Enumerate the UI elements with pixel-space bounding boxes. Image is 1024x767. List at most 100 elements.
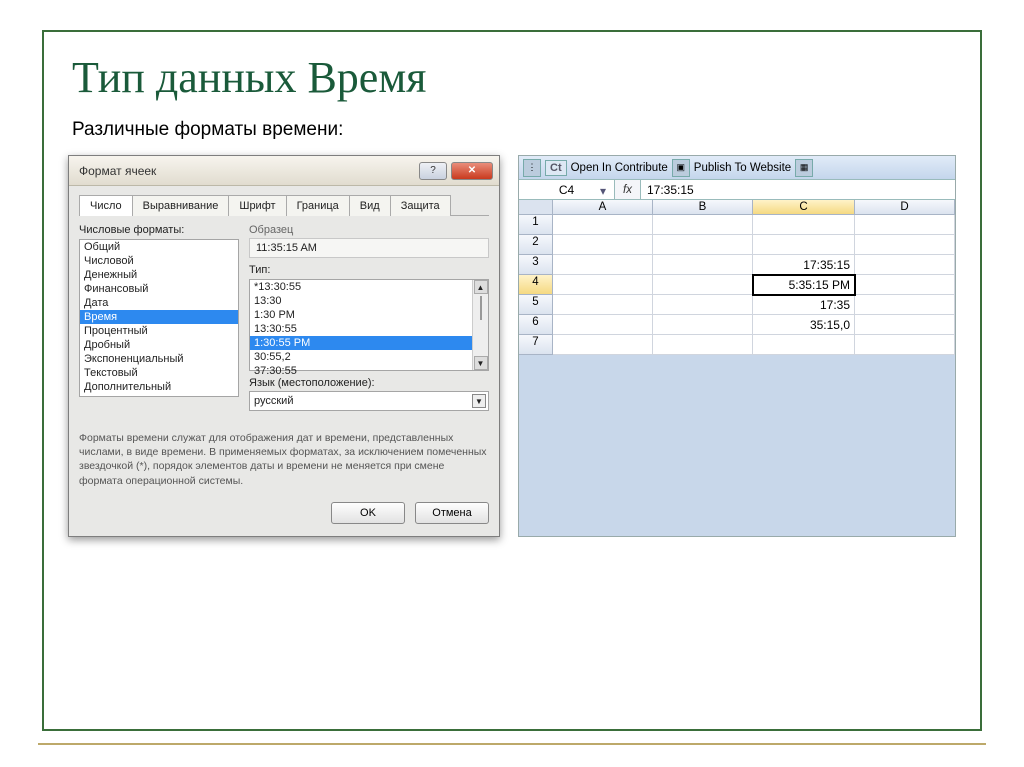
list-item[interactable]: (все форматы) [80,394,238,397]
sheet-toolbar: ⋮ Ct Open In Contribute ▣ Publish To Web… [519,156,955,180]
scroll-up-icon[interactable]: ▲ [474,280,488,294]
type-item[interactable]: 13:30:55 [250,322,472,336]
ct-badge: Ct [545,160,567,176]
cell[interactable] [855,295,955,315]
dropdown-icon[interactable]: ▼ [472,394,486,408]
cell[interactable] [653,295,753,315]
lang-value: русский [254,395,293,407]
slide-subtitle: Различные форматы времени: [44,109,980,149]
cell[interactable] [653,235,753,255]
cell[interactable] [855,315,955,335]
namebox-dropdown-icon[interactable]: ▾ [600,184,612,196]
open-contribute-button[interactable]: Open In Contribute [571,162,668,174]
row-header[interactable]: 2 [519,235,553,255]
row-header[interactable]: 1 [519,215,553,235]
cell[interactable] [855,255,955,275]
scroll-thumb[interactable] [480,296,482,320]
close-button[interactable]: ✕ [451,162,493,180]
cell[interactable] [753,335,855,355]
type-listbox[interactable]: *13:30:55 13:30 1:30 PM 13:30:55 1:30:55… [249,279,489,371]
list-item[interactable]: Денежный [80,268,238,282]
cell[interactable] [553,335,653,355]
col-header[interactable]: D [855,200,955,215]
col-header[interactable]: A [553,200,653,215]
list-item[interactable]: Финансовый [80,282,238,296]
list-item[interactable]: Числовой [80,254,238,268]
cell[interactable] [855,235,955,255]
tab-protection[interactable]: Защита [390,195,451,216]
publish-website-button[interactable]: Publish To Website [694,162,791,174]
sample-label: Образец [249,224,489,236]
cell[interactable] [753,215,855,235]
toolbar-grip-icon: ⋮ [523,159,541,177]
dialog-tabs: Число Выравнивание Шрифт Граница Вид Защ… [79,194,489,216]
type-item[interactable]: *13:30:55 [250,280,472,294]
publish-icon[interactable]: ▣ [672,159,690,177]
type-item[interactable]: 37:30:55 [250,364,472,378]
cell[interactable] [653,335,753,355]
cell[interactable] [553,215,653,235]
footer-rule [38,743,986,745]
slide-title: Тип данных Время [44,32,980,109]
dialog-titlebar[interactable]: Формат ячеек ? ✕ [69,156,499,186]
type-scrollbar[interactable]: ▲ ▼ [472,280,488,370]
row-header[interactable]: 3 [519,255,553,275]
list-item[interactable]: Дробный [80,338,238,352]
cell[interactable] [855,215,955,235]
cell-C6[interactable]: 35:15,0 [753,315,855,335]
cell-C4-selected[interactable]: 5:35:15 PM [753,275,855,295]
list-item[interactable]: Текстовый [80,366,238,380]
tab-fill[interactable]: Вид [349,195,391,216]
cell[interactable] [553,295,653,315]
formats-listbox[interactable]: Общий Числовой Денежный Финансовый Дата … [79,239,239,397]
formula-value[interactable]: 17:35:15 [641,180,955,199]
tab-border[interactable]: Граница [286,195,350,216]
cell[interactable] [753,235,855,255]
list-item-selected[interactable]: Время [80,310,238,324]
row-header[interactable]: 7 [519,335,553,355]
col-header-selected[interactable]: C [753,200,855,215]
ok-button[interactable]: OK [331,502,405,524]
tab-number[interactable]: Число [79,195,133,216]
select-all-corner[interactable] [519,200,553,215]
cell[interactable] [855,275,955,295]
cell[interactable] [653,315,753,335]
list-item[interactable]: Общий [80,240,238,254]
cell[interactable] [553,275,653,295]
lang-label: Язык (местоположение): [249,377,489,389]
cell[interactable] [553,255,653,275]
cell-grid[interactable]: A B C D 1 2 3 17:35:15 4 5:35:15 PM 5 17:35… [519,200,955,355]
cell-C5[interactable]: 17:35 [753,295,855,315]
tab-font[interactable]: Шрифт [228,195,286,216]
fx-label[interactable]: fx [615,180,641,199]
cell[interactable] [653,275,753,295]
cell[interactable] [553,315,653,335]
row-header-selected[interactable]: 4 [519,275,553,295]
scroll-down-icon[interactable]: ▼ [474,356,488,370]
formula-bar: C4 ▾ fx 17:35:15 [519,180,955,200]
cancel-button[interactable]: Отмена [415,502,489,524]
formats-label: Числовые форматы: [79,224,239,236]
row-header[interactable]: 6 [519,315,553,335]
row-header[interactable]: 5 [519,295,553,315]
type-item-selected[interactable]: 1:30:55 PM [250,336,472,350]
type-item[interactable]: 13:30 [250,294,472,308]
type-item[interactable]: 30:55,2 [250,350,472,364]
extra-icon[interactable]: ▦ [795,159,813,177]
cell[interactable] [653,215,753,235]
lang-combobox[interactable]: русский ▼ [249,391,489,411]
tab-alignment[interactable]: Выравнивание [132,195,230,216]
list-item[interactable]: Дата [80,296,238,310]
name-box[interactable]: C4 ▾ [519,180,615,199]
dialog-title: Формат ячеек [79,164,156,178]
list-item[interactable]: Процентный [80,324,238,338]
cell[interactable] [653,255,753,275]
type-item[interactable]: 1:30 PM [250,308,472,322]
list-item[interactable]: Дополнительный [80,380,238,394]
cell[interactable] [855,335,955,355]
cell[interactable] [553,235,653,255]
help-button[interactable]: ? [419,162,447,180]
cell-C3[interactable]: 17:35:15 [753,255,855,275]
list-item[interactable]: Экспоненциальный [80,352,238,366]
col-header[interactable]: B [653,200,753,215]
